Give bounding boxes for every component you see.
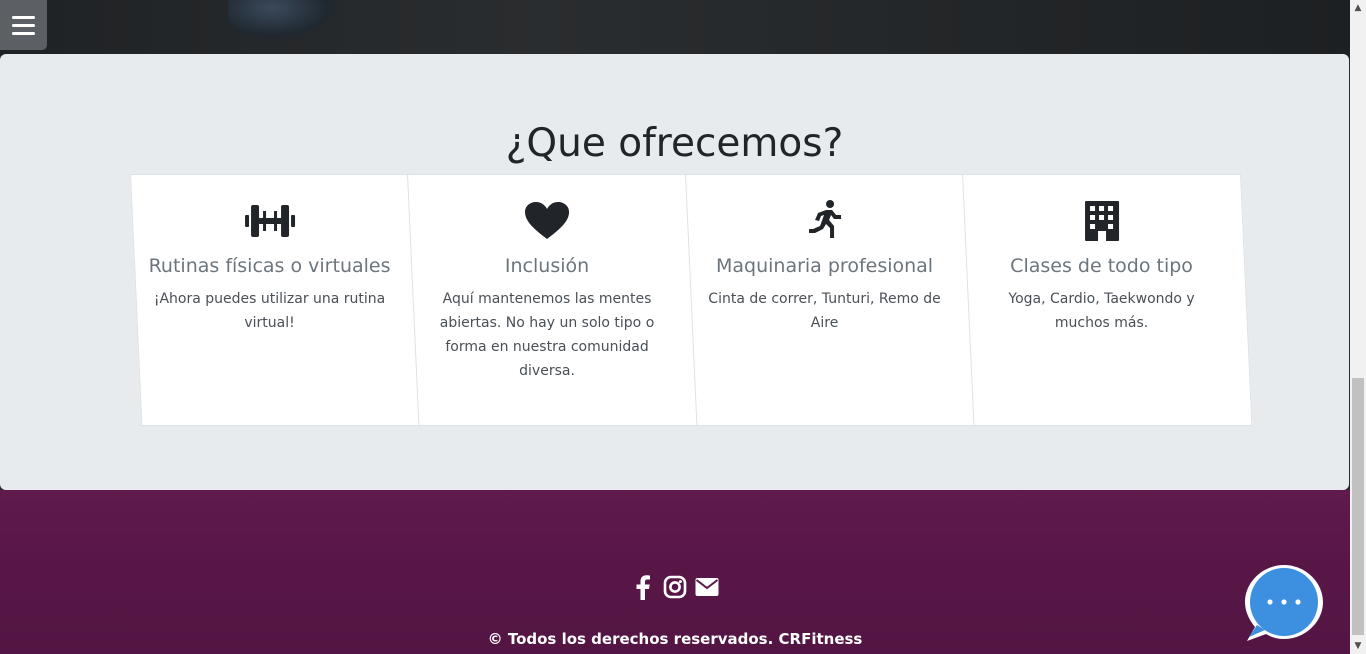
hamburger-menu-icon xyxy=(12,15,35,19)
section-title: ¿Que ofrecemos? xyxy=(505,121,844,166)
facebook-icon[interactable] xyxy=(631,574,655,600)
building-icon xyxy=(1084,201,1119,241)
card-text: Yoga, Cardio, Taekwondo y muchos más. xyxy=(1008,291,1195,331)
social-links xyxy=(0,574,1350,600)
scroll-down-arrow-icon[interactable]: ▼ xyxy=(1350,638,1366,654)
scrollbar-thumb[interactable] xyxy=(1352,378,1364,635)
offer-section: ¿Que ofrecemos? Rutinas físicas o virtua… xyxy=(0,54,1349,490)
hero-image-strip xyxy=(0,0,1350,60)
offer-card-routines: Rutinas físicas o virtuales ¡Ahora puede… xyxy=(130,174,421,426)
offer-cards: Rutinas físicas o virtuales ¡Ahora puede… xyxy=(130,174,1260,426)
card-text: ¡Ahora puedes utilizar una rutina virtua… xyxy=(153,291,386,331)
card-text: Aquí mantenemos las mentes abiertas. No … xyxy=(439,291,655,379)
card-title: Rutinas físicas o virtuales xyxy=(148,255,391,277)
copyright-text: © Todos los derechos reservados. CRFitne… xyxy=(487,630,863,648)
scroll-up-arrow-icon[interactable]: ▲ xyxy=(1350,0,1366,16)
hamburger-menu-button[interactable] xyxy=(0,0,47,50)
offer-card-inclusion: Inclusión Aquí mantenemos las mentes abi… xyxy=(407,174,699,426)
envelope-icon[interactable] xyxy=(695,574,719,600)
hero-figure xyxy=(228,0,338,40)
card-title: Inclusión xyxy=(504,255,590,277)
offer-card-machinery: Maquinaria profesional Cinta de correr, … xyxy=(685,174,976,426)
card-title: Clases de todo tipo xyxy=(1010,255,1193,277)
offer-card-classes: Clases de todo tipo Yoga, Cardio, Taekwo… xyxy=(962,174,1253,426)
instagram-icon[interactable] xyxy=(663,574,687,600)
chat-bubble-icon xyxy=(1245,565,1323,641)
chat-button[interactable] xyxy=(1243,563,1325,643)
site-footer: © Todos los derechos reservados. CRFitne… xyxy=(0,490,1350,654)
heart-icon xyxy=(525,202,570,239)
card-title: Maquinaria profesional xyxy=(715,255,934,277)
card-text: Cinta de correr, Tunturi, Remo de Aire xyxy=(708,291,941,331)
page-scrollbar[interactable]: ▲ ▼ xyxy=(1350,0,1366,654)
dumbbell-icon xyxy=(244,205,295,237)
running-person-icon xyxy=(808,200,841,238)
